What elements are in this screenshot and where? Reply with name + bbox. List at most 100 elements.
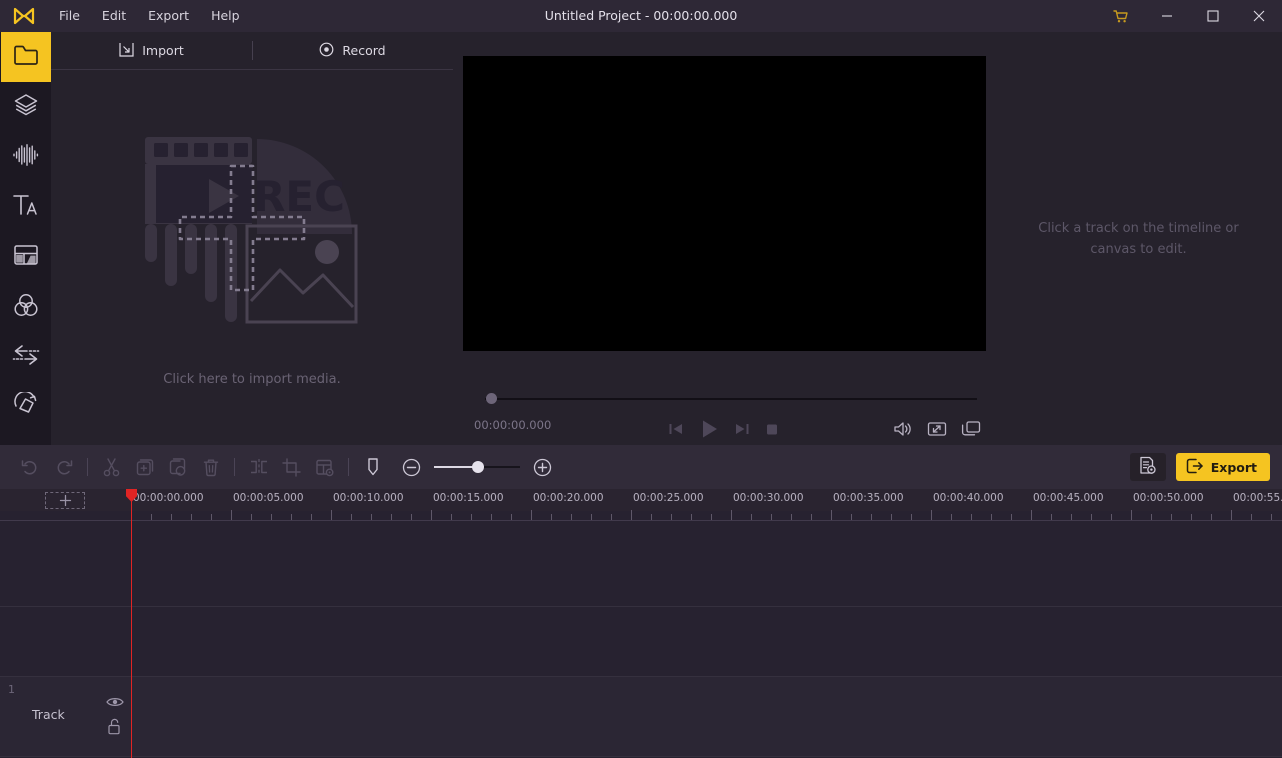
video-editor-window: File Edit Export Help Untitled Project -…: [0, 0, 1282, 758]
toolbar-divider: [87, 458, 88, 476]
menu-help[interactable]: Help: [200, 0, 251, 32]
track-row[interactable]: 1 Track: [0, 677, 1282, 757]
tab-import[interactable]: Import: [51, 32, 252, 69]
next-frame-button[interactable]: [734, 421, 750, 437]
fullscreen-button[interactable]: [927, 421, 947, 437]
ruler-label: 00:00:15.000: [433, 492, 504, 504]
sidebar-item-text[interactable]: [1, 182, 51, 232]
color-circles-icon: [13, 292, 39, 322]
transitions-arrows-icon: [12, 343, 40, 371]
playback-controls: 00:00:00.000: [453, 412, 995, 445]
ruler-label: 00:00:20.000: [533, 492, 604, 504]
track-header[interactable]: [0, 607, 131, 676]
speed-button[interactable]: [161, 452, 194, 482]
ruler-tick-major: [231, 510, 232, 520]
text-icon: [12, 192, 40, 222]
close-button[interactable]: [1236, 0, 1282, 32]
menu-file[interactable]: File: [48, 0, 91, 32]
app-logo-icon: [0, 0, 48, 32]
project-settings-button[interactable]: [1130, 453, 1166, 481]
sidebar-item-stickers[interactable]: [1, 82, 51, 132]
media-drop-zone[interactable]: REC: [51, 70, 453, 445]
lock-open-icon[interactable]: [106, 718, 122, 739]
crop-button[interactable]: [275, 452, 308, 482]
maximize-button[interactable]: [1190, 0, 1236, 32]
ruler-label: 00:00:45.000: [1033, 492, 1104, 504]
export-button[interactable]: Export: [1176, 453, 1270, 481]
menu-bar: File Edit Export Help: [48, 0, 251, 32]
preview-panel: 00:00:00.000: [453, 32, 995, 445]
track-row[interactable]: [0, 607, 1282, 677]
media-panel: Import Record REC: [51, 32, 453, 445]
marker-button[interactable]: [356, 452, 389, 482]
tab-record[interactable]: Record: [252, 32, 453, 69]
sidebar-item-media[interactable]: [1, 32, 51, 82]
minimize-button[interactable]: [1144, 0, 1190, 32]
zoom-slider-handle[interactable]: [472, 461, 484, 473]
title-bar: File Edit Export Help Untitled Project -…: [0, 0, 1282, 32]
track-lane[interactable]: [131, 607, 1282, 676]
track-lane[interactable]: [131, 521, 1282, 606]
timeline-toolbar: Export: [0, 445, 1282, 489]
track-lane[interactable]: [131, 677, 1282, 756]
ruler-tick-major: [1131, 510, 1132, 520]
ruler-tick-major: [1231, 510, 1232, 520]
record-dot-icon: [319, 42, 334, 60]
seek-bar[interactable]: [475, 392, 982, 406]
eye-icon[interactable]: [106, 693, 124, 712]
zoom-in-button[interactable]: [526, 452, 559, 482]
stop-button[interactable]: [764, 421, 780, 437]
track-header[interactable]: 1 Track: [0, 677, 131, 756]
track-row[interactable]: [0, 521, 1282, 607]
ruler-tick-major: [431, 510, 432, 520]
play-button[interactable]: [698, 418, 720, 440]
toolbar-right-group: Export: [1130, 453, 1270, 481]
video-canvas[interactable]: [463, 56, 986, 351]
cart-icon[interactable]: [1098, 0, 1144, 32]
snapshot-button[interactable]: [961, 420, 981, 437]
track-header[interactable]: [0, 521, 131, 606]
import-hint-text: Click here to import media.: [163, 372, 340, 387]
render-preview-button[interactable]: [308, 452, 341, 482]
playhead[interactable]: [131, 489, 132, 758]
ruler-label: 00:00:25.000: [633, 492, 704, 504]
timeline: 00:00:00.00000:00:05.00000:00:10.00000:0…: [0, 489, 1282, 758]
audio-waveform-icon: [12, 143, 40, 171]
ruler-tick-major: [531, 510, 532, 520]
seek-handle[interactable]: [486, 393, 497, 404]
sidebar-item-audio[interactable]: [1, 132, 51, 182]
tab-record-label: Record: [342, 43, 385, 58]
ruler-tick-major: [931, 510, 932, 520]
sidebar-item-filters[interactable]: [1, 282, 51, 332]
svg-text:REC: REC: [253, 172, 345, 221]
split-button[interactable]: [242, 452, 275, 482]
duplicate-button[interactable]: [128, 452, 161, 482]
track-number: 1: [8, 683, 15, 696]
timeline-ruler[interactable]: 00:00:00.00000:00:05.00000:00:10.00000:0…: [131, 489, 1282, 521]
media-tabs: Import Record: [51, 32, 453, 70]
ruler-tick-major: [831, 510, 832, 520]
previous-frame-button[interactable]: [668, 421, 684, 437]
ruler-tick-major: [631, 510, 632, 520]
delete-button[interactable]: [194, 452, 227, 482]
left-sidebar: [0, 32, 51, 450]
sidebar-item-split-screen[interactable]: [1, 232, 51, 282]
properties-empty-hint: Click a track on the timeline or canvas …: [1024, 218, 1254, 260]
cut-button[interactable]: [95, 452, 128, 482]
sidebar-item-effects[interactable]: [1, 382, 51, 432]
menu-edit[interactable]: Edit: [91, 0, 137, 32]
add-track-button[interactable]: [45, 492, 85, 509]
ruler-label: 00:00:30.000: [733, 492, 804, 504]
volume-button[interactable]: [893, 420, 913, 438]
seek-track: [485, 398, 977, 400]
redo-button[interactable]: [47, 452, 80, 482]
undo-button[interactable]: [14, 452, 47, 482]
timeline-zoom-slider[interactable]: [434, 459, 520, 475]
project-settings-icon: [1138, 456, 1157, 479]
ruler-label: 00:00:35.000: [833, 492, 904, 504]
sidebar-item-transitions[interactable]: [1, 332, 51, 382]
rotate-shape-icon: [12, 392, 40, 422]
folder-icon: [13, 44, 39, 70]
zoom-out-button[interactable]: [395, 452, 428, 482]
menu-export[interactable]: Export: [137, 0, 200, 32]
